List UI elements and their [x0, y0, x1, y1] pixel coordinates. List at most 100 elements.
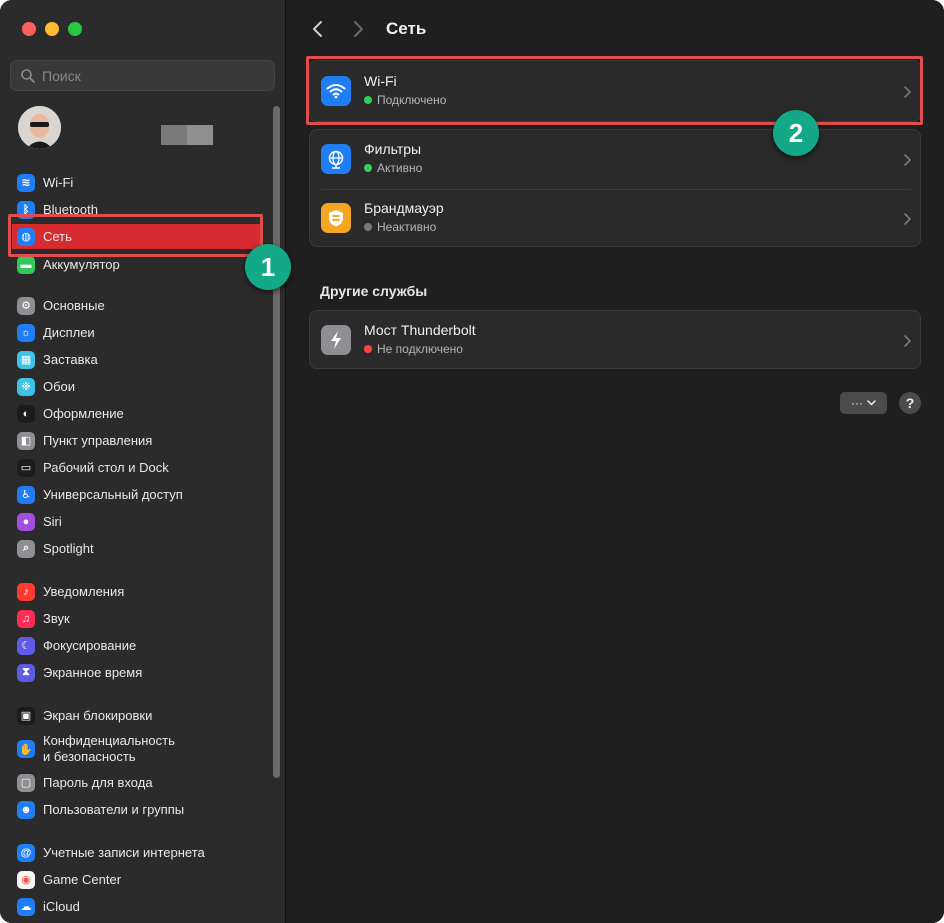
hand-icon: ✋	[17, 740, 35, 758]
sidebar-item-label: Siri	[43, 513, 62, 529]
service-row-filters[interactable]: Фильтры Активно	[310, 130, 922, 189]
service-status: Не подключено	[364, 342, 463, 356]
forward-button[interactable]	[347, 18, 369, 40]
chevron-right-icon	[354, 21, 363, 37]
sidebar-item-label: Фокусирование	[43, 637, 137, 653]
sidebar-item[interactable]: ▣ Экран блокировки	[12, 703, 262, 728]
sidebar-item[interactable]: ☁ iCloud	[12, 894, 262, 919]
zoom-window-button[interactable]	[68, 22, 82, 36]
sidebar-item-label: Пункт управления	[43, 432, 153, 448]
sidebar-item-label: Оформление	[43, 405, 124, 421]
display-icon: ☼	[17, 323, 35, 342]
minimize-window-button[interactable]	[45, 22, 59, 36]
moon-icon: ☾	[17, 636, 35, 655]
status-dot	[364, 345, 372, 353]
sidebar-scrollbar[interactable]	[273, 106, 280, 778]
sidebar-item-label: Заставка	[43, 351, 98, 367]
sidebar-item-label: Game Center	[43, 871, 122, 887]
sidebar-item-label: Обои	[43, 378, 76, 394]
accessibility-icon: ♿	[17, 485, 35, 504]
back-button[interactable]	[307, 18, 329, 40]
window-controls	[22, 22, 82, 36]
more-actions-button[interactable]: ···	[840, 392, 887, 414]
profile-name-redacted[interactable]	[161, 125, 213, 145]
service-status-text: Неактивно	[377, 220, 437, 234]
sidebar-item[interactable]: ✋ Конфиденциальность и безопасность	[12, 732, 262, 766]
chevron-right-icon	[904, 335, 911, 347]
sidebar-item-label: Уведомления	[43, 583, 125, 599]
globe-icon	[321, 144, 351, 174]
sidebar-item-label: Аккумулятор	[43, 256, 120, 272]
other-services-card: Мост Thunderbolt Не подключено	[309, 310, 921, 369]
lock-icon: ▢	[17, 773, 35, 792]
sidebar-item[interactable]: ▢ Пароль для входа	[12, 770, 262, 795]
at-icon: @	[17, 843, 35, 862]
sidebar-item-label: Конфиденциальность и безопасность	[43, 733, 175, 765]
service-title: Мост Thunderbolt	[364, 322, 476, 338]
sidebar-item[interactable]: ◉ Game Center	[12, 867, 262, 892]
sidebar-item-label: Дисплеи	[43, 324, 95, 340]
sidebar-item-label: Звук	[43, 610, 70, 626]
sidebar-item[interactable]: ◧ Пункт управления	[12, 428, 262, 453]
sidebar-item[interactable]: ⌕ Spotlight	[12, 536, 262, 561]
system-settings-window: ≋Wi-FiᛒBluetooth◍Сеть▬Аккумулятор⚙Основн…	[0, 0, 944, 923]
avatar[interactable]	[18, 106, 61, 149]
control-center-icon: ◧	[17, 431, 35, 450]
service-status-text: Не подключено	[377, 342, 463, 356]
service-row-firewall[interactable]: Брандмауэр Неактивно	[310, 189, 922, 248]
wallpaper-icon: ❉	[17, 377, 35, 396]
service-title: Брандмауэр	[364, 200, 444, 216]
sidebar-item[interactable]: ⧗ Экранное время	[12, 660, 262, 685]
bell-icon: ♪	[17, 582, 35, 601]
sidebar-item-label: Wi-Fi	[43, 174, 74, 190]
sidebar: ≋Wi-FiᛒBluetooth◍Сеть▬Аккумулятор⚙Основн…	[0, 0, 286, 923]
sidebar-item[interactable]: @ Учетные записи интернета	[12, 840, 262, 865]
sidebar-item[interactable]: ☻ Пользователи и группы	[12, 797, 262, 822]
spotlight-icon: ⌕	[17, 539, 35, 558]
sidebar-item[interactable]: ❉ Обои	[12, 374, 262, 399]
service-row-thunderbolt[interactable]: Мост Thunderbolt Не подключено	[310, 311, 922, 370]
sidebar-item[interactable]: ♫ Звук	[12, 606, 262, 631]
highlight-box-wifi	[306, 56, 923, 125]
sidebar-item[interactable]: ☾ Фокусирование	[12, 633, 262, 658]
step-badge-2: 2	[773, 110, 819, 156]
search-field[interactable]	[10, 60, 275, 91]
game-center-icon: ◉	[17, 870, 35, 889]
page-title: Сеть	[386, 19, 427, 38]
sidebar-item[interactable]: ▦ Заставка	[12, 347, 262, 372]
speaker-icon: ♫	[17, 609, 35, 628]
sidebar-item[interactable]: ≋ Wi-Fi	[12, 170, 262, 195]
security-services-card: Фильтры Активно Брандмауэр Неактивно	[309, 129, 921, 247]
siri-icon: ●	[17, 512, 35, 531]
more-label: ···	[851, 396, 863, 410]
highlight-box-network	[8, 214, 263, 257]
sidebar-item-label: Пользователи и группы	[43, 801, 185, 817]
wifi-icon: ≋	[17, 173, 35, 192]
sidebar-item[interactable]: ▭ Рабочий стол и Dock	[12, 455, 262, 480]
sidebar-item-label: iCloud	[43, 898, 80, 914]
lock-screen-icon: ▣	[17, 706, 35, 725]
sidebar-item[interactable]: ♪ Уведомления	[12, 579, 262, 604]
dock-icon: ▭	[17, 458, 35, 477]
hourglass-icon: ⧗	[17, 663, 35, 682]
screensaver-icon: ▦	[17, 350, 35, 369]
close-window-button[interactable]	[22, 22, 36, 36]
step-badge-1: 1	[245, 244, 291, 290]
sidebar-item[interactable]: ♿ Универсальный доступ	[12, 482, 262, 507]
sidebar-item-label: Spotlight	[43, 540, 94, 556]
sidebar-item[interactable]: ☼ Дисплеи	[12, 320, 262, 345]
search-input[interactable]	[42, 67, 262, 84]
sidebar-item-label: Пароль для входа	[43, 774, 153, 790]
sidebar-item[interactable]: ⚙ Основные	[12, 293, 262, 318]
sidebar-item-label: Экран блокировки	[43, 707, 153, 723]
search-icon	[21, 68, 35, 83]
service-status: Активно	[364, 161, 422, 175]
chevron-right-icon	[904, 213, 911, 225]
cloud-icon: ☁	[17, 897, 35, 916]
service-title: Фильтры	[364, 141, 422, 157]
help-button[interactable]: ?	[899, 392, 921, 414]
sidebar-item[interactable]: ● Siri	[12, 509, 262, 534]
service-status-text: Активно	[377, 161, 423, 175]
status-dot	[364, 223, 372, 231]
sidebar-item[interactable]: ◐ Оформление	[12, 401, 262, 426]
